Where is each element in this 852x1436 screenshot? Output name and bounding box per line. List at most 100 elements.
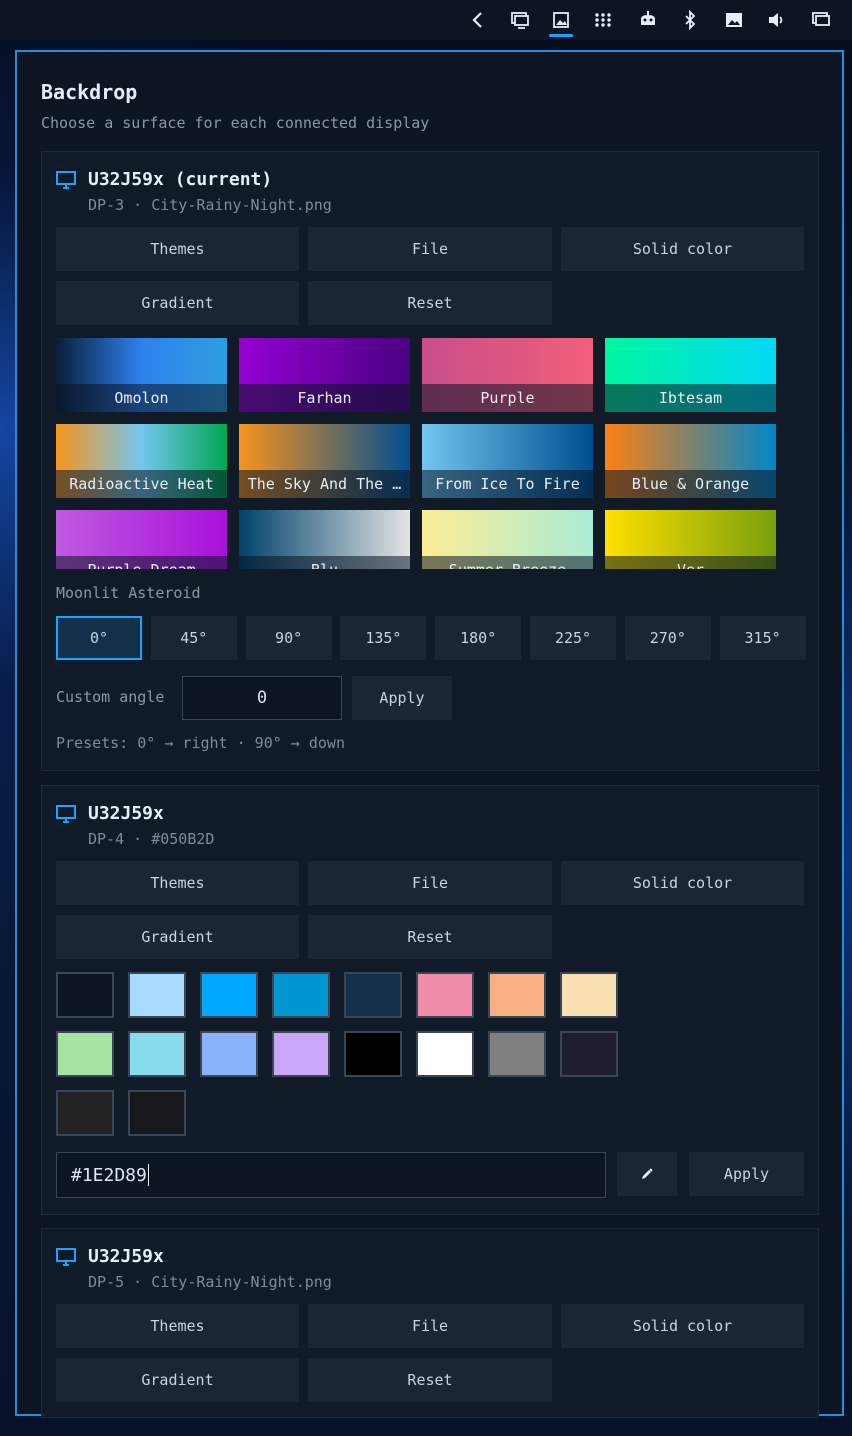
theme-tile[interactable]: From Ice To Fire [422,424,593,498]
display-icon[interactable] [508,8,532,32]
presets-hint: Presets: 0° → right · 90° → down [56,734,345,752]
themes-button[interactable]: Themes [56,861,299,905]
display-source: DP-5 · City-Rainy-Night.png [88,1273,332,1291]
solid-color-button[interactable]: Solid color [561,861,804,905]
monitor-icon [56,171,76,189]
file-button[interactable]: File [308,227,552,271]
gradient-button[interactable]: Gradient [56,281,299,325]
theme-label: Ver [605,556,776,569]
color-swatch[interactable] [56,1090,114,1136]
theme-tile[interactable]: Blu [239,510,410,569]
theme-label: Ibtesam [605,384,776,412]
color-swatch[interactable] [200,972,258,1018]
angle-button[interactable]: 270° [624,616,711,660]
themes-button[interactable]: Themes [56,1304,299,1348]
file-button[interactable]: File [308,861,552,905]
color-swatch[interactable] [272,972,330,1018]
display-source: DP-3 · City-Rainy-Night.png [88,196,332,214]
monitor-icon [56,805,76,823]
solid-color-button[interactable]: Solid color [561,1304,804,1348]
backdrop-panel: Backdrop Choose a surface for each conne… [15,50,844,1418]
display-section-3: U32J59x DP-5 · City-Rainy-Night.png Them… [41,1228,819,1418]
apps-grid-icon[interactable] [591,8,615,32]
color-swatch[interactable] [128,1031,186,1077]
color-swatch[interactable] [128,1090,186,1136]
theme-tile[interactable]: Summer Breeze [422,510,593,569]
apply-angle-button[interactable]: Apply [352,676,452,720]
reset-button[interactable]: Reset [308,1358,552,1402]
angle-button[interactable]: 135° [340,616,427,660]
monitor-icon[interactable] [809,8,833,32]
color-swatch[interactable] [128,972,186,1018]
display-section-2: U32J59x DP-4 · #050B2D Themes File Solid… [41,785,819,1215]
eyedropper-button[interactable] [617,1152,677,1196]
angle-button[interactable]: 180° [435,616,522,660]
color-swatch[interactable] [56,1031,114,1077]
angle-button[interactable]: 225° [530,616,616,660]
color-swatch[interactable] [488,1031,546,1077]
hex-color-input[interactable]: #1E2D89 [56,1152,606,1198]
theme-tile[interactable]: Radioactive Heat [56,424,227,498]
theme-label: Purple Dream [56,556,227,569]
theme-label: Radioactive Heat [56,470,227,498]
theme-label: Blue & Orange [605,470,776,498]
display-name: U32J59x (current) [88,169,273,190]
custom-angle-input[interactable]: 0 [182,676,342,720]
panel-title: Backdrop [41,80,138,104]
theme-tile[interactable]: Ver [605,510,776,569]
chevron-left-icon[interactable] [466,8,490,32]
color-swatch[interactable] [56,972,114,1018]
custom-angle-label: Custom angle [56,688,165,706]
theme-tile[interactable]: Ibtesam [605,338,776,412]
theme-label: From Ice To Fire [422,470,593,498]
robot-icon[interactable] [636,8,660,32]
color-swatch[interactable] [416,972,474,1018]
solid-color-button[interactable]: Solid color [561,227,804,271]
theme-tile[interactable]: Farhan [239,338,410,412]
angle-button[interactable]: 90° [245,616,332,660]
volume-icon[interactable] [765,8,789,32]
theme-gallery[interactable]: Omolon Farhan Purple Ibtesam Radioactive Hea… [56,338,796,569]
color-swatch[interactable] [344,1031,402,1077]
apply-color-button[interactable]: Apply [689,1152,804,1196]
theme-tile[interactable]: The Sky And The … [239,424,410,498]
bluetooth-icon[interactable] [678,8,702,32]
theme-label: Blu [239,556,410,569]
color-swatch[interactable] [488,972,546,1018]
theme-label: Omolon [56,384,227,412]
color-swatch[interactable] [416,1031,474,1077]
color-swatch[interactable] [272,1031,330,1077]
hex-value: #1E2D89 [71,1164,147,1186]
display-section-1: U32J59x (current) DP-3 · City-Rainy-Nigh… [41,151,819,771]
angle-button[interactable]: 45° [150,616,237,660]
angle-button[interactable]: 315° [719,616,806,660]
top-bar [0,0,852,40]
text-cursor [147,1164,149,1186]
angle-button[interactable]: 0° [56,616,142,660]
reset-button[interactable]: Reset [308,915,552,959]
theme-label: Purple [422,384,593,412]
theme-tile[interactable]: Purple Dream [56,510,227,569]
theme-label: Summer Breeze [422,556,593,569]
theme-tile[interactable]: Blue & Orange [605,424,776,498]
theme-label: The Sky And The … [239,470,410,498]
color-swatch[interactable] [200,1031,258,1077]
gradient-name: Moonlit Asteroid [56,584,201,602]
panel-subtitle: Choose a surface for each connected disp… [41,114,430,132]
file-button[interactable]: File [308,1304,552,1348]
reset-button[interactable]: Reset [308,281,552,325]
image-icon[interactable] [722,8,746,32]
color-swatch[interactable] [560,1031,618,1077]
theme-label: Farhan [239,384,410,412]
gradient-button[interactable]: Gradient [56,1358,299,1402]
themes-button[interactable]: Themes [56,227,299,271]
color-swatch[interactable] [344,972,402,1018]
wallpaper-icon[interactable] [549,8,573,32]
display-name: U32J59x [88,1246,164,1267]
color-swatch[interactable] [560,972,618,1018]
theme-tile[interactable]: Omolon [56,338,227,412]
gradient-button[interactable]: Gradient [56,915,299,959]
theme-tile[interactable]: Purple [422,338,593,412]
active-tab-indicator [549,34,573,37]
display-source: DP-4 · #050B2D [88,830,215,848]
